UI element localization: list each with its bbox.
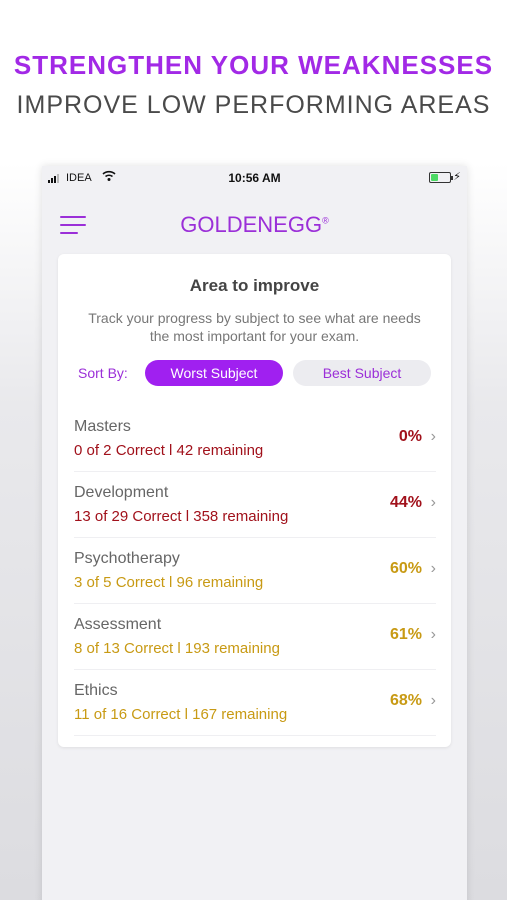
subject-list: Masters 0 of 2 Correct l 42 remaining 0%… — [74, 406, 436, 736]
subject-row-masters[interactable]: Masters 0 of 2 Correct l 42 remaining 0%… — [74, 406, 436, 472]
subject-name: Masters — [74, 418, 131, 435]
subject-name: Ethics — [74, 682, 118, 699]
subject-percent: 44% — [389, 494, 422, 511]
chevron-right-icon: › — [430, 626, 436, 643]
chevron-right-icon: › — [430, 494, 436, 511]
subject-stats: 0 of 2 Correct l 42 remaining — [74, 442, 264, 459]
battery-icon — [429, 172, 453, 183]
subject-stats: 11 of 16 Correct l 167 remaining — [74, 706, 288, 723]
subject-percent: 68% — [389, 692, 422, 709]
subject-percent: 0% — [398, 428, 422, 445]
app-logo: GOLDENEGG® — [180, 212, 329, 237]
charging-icon: ⚡ — [453, 171, 461, 183]
subject-row-development[interactable]: Development 13 of 29 Correct l 358 remai… — [74, 472, 436, 538]
phone-screen: IDEA 10:56 AM ⚡ GOLDENEGG® Area to impro… — [42, 166, 467, 900]
subject-name: Assessment — [74, 616, 162, 633]
card-description: Track your progress by subject to see wh… — [88, 310, 421, 344]
subject-stats: 8 of 13 Correct l 193 remaining — [74, 640, 280, 657]
card-title: Area to improve — [189, 276, 320, 295]
status-clock: 10:56 AM — [228, 171, 281, 185]
promo-title: STRENGTHEN YOUR WEAKNESSES — [13, 50, 494, 80]
area-to-improve-card: Area to improve Track your progress by s… — [58, 254, 451, 747]
sort-best-subject-button[interactable]: Best Subject — [293, 360, 431, 386]
subject-stats: 3 of 5 Correct l 96 remaining — [74, 574, 264, 591]
chevron-right-icon: › — [430, 428, 436, 445]
subject-name: Psychotherapy — [74, 550, 180, 567]
subject-percent: 61% — [389, 626, 422, 643]
promo-subtitle: IMPROVE LOW PERFORMING AREAS — [16, 91, 491, 119]
sort-label: Sort By: — [78, 365, 128, 381]
subject-stats: 13 of 29 Correct l 358 remaining — [74, 508, 289, 525]
subject-row-ethics[interactable]: Ethics 11 of 16 Correct l 167 remaining … — [74, 670, 436, 736]
subject-percent: 60% — [389, 560, 422, 577]
subject-name: Development — [74, 484, 169, 501]
status-bar: IDEA 10:56 AM ⚡ — [42, 166, 467, 190]
sort-worst-subject-button[interactable]: Worst Subject — [145, 360, 283, 386]
subject-row-assessment[interactable]: Assessment 8 of 13 Correct l 193 remaini… — [74, 604, 436, 670]
chevron-right-icon: › — [430, 692, 436, 709]
chevron-right-icon: › — [430, 560, 436, 577]
subject-row-psychotherapy[interactable]: Psychotherapy 3 of 5 Correct l 96 remain… — [74, 538, 436, 604]
